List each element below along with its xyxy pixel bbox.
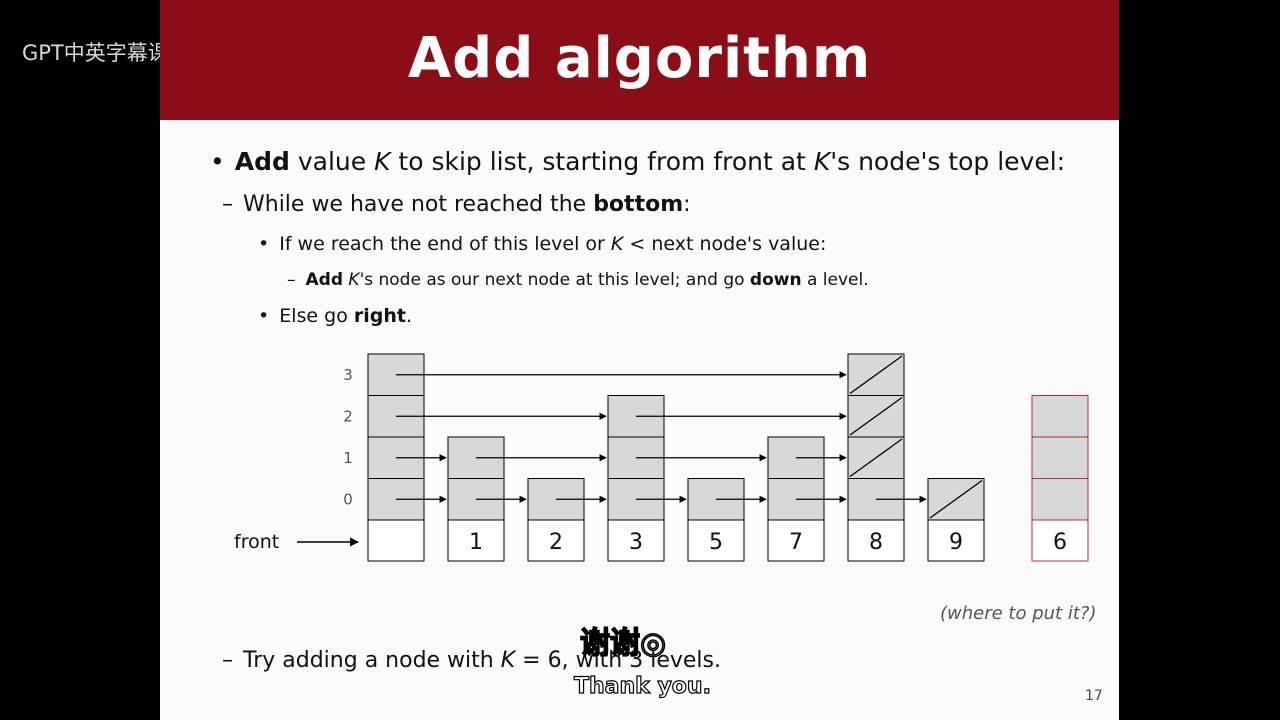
l1-c: 's node's top level: [830,147,1066,176]
l4-c: a level. [801,270,869,290]
l1-a: value [289,147,375,176]
bullet-icon: • [258,233,270,255]
page-number: 17 [1085,688,1103,704]
new-node-value-label: 6 [1053,530,1067,555]
where-note: (where to put it?) [940,603,1097,624]
level-label-0: 0 [343,491,353,509]
level-label-1: 1 [343,449,353,467]
l5-c: . [405,305,412,327]
node-value-label: 2 [549,530,563,555]
l3-k: K [610,233,624,255]
skip-list-diagram: 3 2 1 0 front 1 2 3 5 7 8 9 6 [234,353,1089,562]
l4-dash: – [287,270,296,290]
bullet-icon: • [258,305,270,327]
bullet-line-2: – While we have not reached the bottom: [222,192,691,217]
subtitle-en: Thank you. [573,673,711,699]
l2-dash: – [222,192,233,217]
new-node-level-cell [1031,436,1089,479]
l4-a: 's node as our next node at this level; … [359,270,750,290]
node-value-label: 8 [869,530,883,555]
subtitle-cn: 谢谢◎ [579,625,667,662]
node-value-label: 7 [789,530,803,555]
l6-a: Try adding a node with [243,648,501,673]
level-label-2: 2 [343,408,353,426]
level-label-3: 3 [343,366,353,384]
l1-k2: K [813,147,831,176]
l4-bold2: down [749,270,802,290]
l1-pre: Add [234,147,290,176]
l2-bold: bottom [593,192,684,217]
l1-k: K [374,147,391,176]
node-value-label: 3 [629,530,643,555]
node-value-label: 9 [949,530,963,555]
title-bar: Add algorithm [160,0,1119,120]
l2-c: : [683,192,691,217]
node-value-label: 5 [709,530,723,555]
l5-a: Else go [279,305,354,327]
slide: Add algorithm • Add value K to skip list,… [160,0,1119,720]
bullet-line-5: • Else go right. [258,305,412,327]
node-value-label: 1 [469,530,483,555]
front-value-cell [367,519,425,562]
new-node-level-cell [1031,395,1089,438]
l6-k: K [500,648,516,673]
l5-bold: right [353,305,406,327]
l2-a: While we have not reached the [243,192,594,217]
l4-k: K [343,270,360,290]
l3-a: If we reach the end of this level or [279,233,611,255]
front-label: front [234,531,279,553]
bullet-line-3: • If we reach the end of this level or K … [258,233,826,255]
slide-title: Add algorithm [407,26,872,91]
bullet-line-1: • Add value K to skip list, starting from… [210,147,1065,176]
new-node-level-cell [1031,478,1089,521]
l4-bold1: Add [305,270,344,290]
bullet-icon: • [210,147,225,176]
l1-b: to skip list, starting from front at [390,147,814,176]
l6-dash: – [222,648,233,673]
bullet-line-4: – Add K's node as our next node at this l… [287,270,869,290]
l3-c: < next node's value: [623,233,827,255]
